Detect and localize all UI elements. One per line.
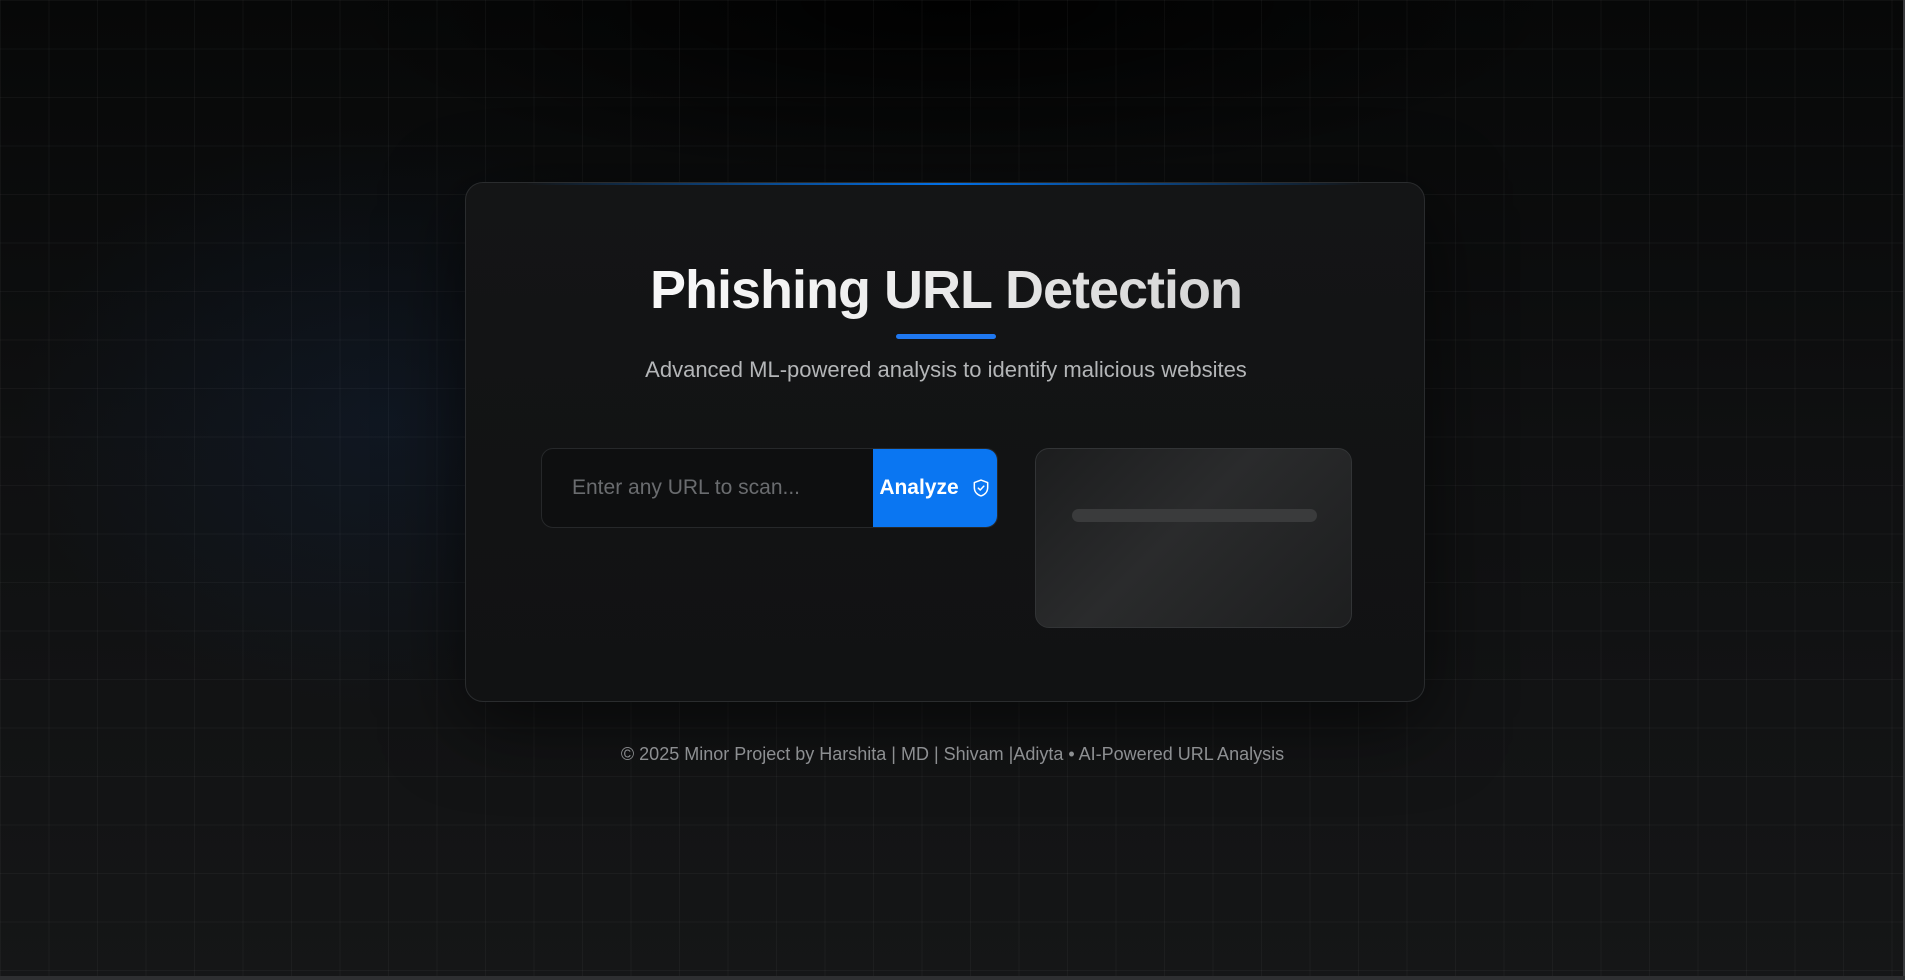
analyze-button-label: Analyze: [879, 476, 959, 499]
shield-check-icon: [971, 478, 991, 498]
skeleton-line: [1072, 509, 1317, 522]
page: Phishing URL Detection Advanced ML-power…: [0, 0, 1905, 980]
page-title: Phishing URL Detection: [466, 259, 1424, 321]
page-subtitle: Advanced ML-powered analysis to identify…: [645, 357, 1247, 382]
footer-credits: © 2025 Minor Project by Harshita | MD | …: [620, 744, 1285, 764]
main-card: Phishing URL Detection Advanced ML-power…: [465, 182, 1425, 702]
bottom-edge: [0, 976, 1905, 980]
url-input[interactable]: [542, 449, 873, 527]
title-underline: [896, 334, 996, 339]
card-accent-line: [526, 183, 1364, 185]
url-search-form: Analyze: [541, 448, 998, 528]
result-panel-skeleton: [1035, 448, 1352, 628]
analyze-button[interactable]: Analyze: [873, 449, 997, 527]
